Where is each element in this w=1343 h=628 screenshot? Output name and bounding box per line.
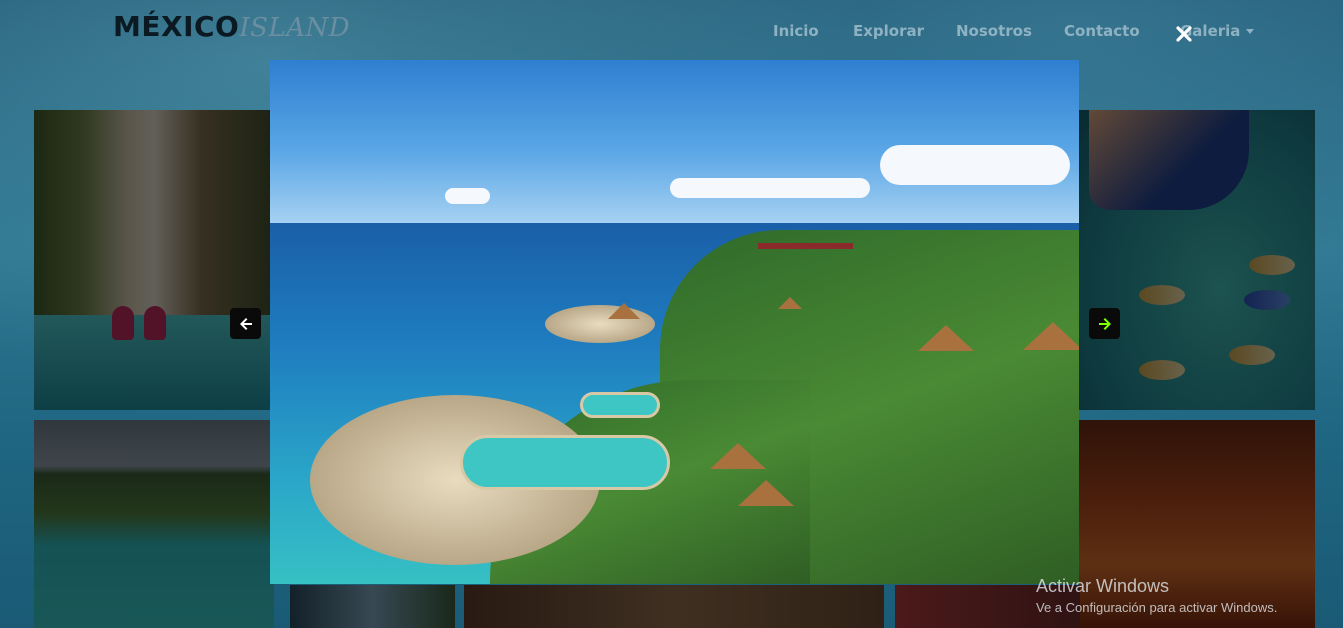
windows-activation-subtitle: Ve a Configuración para activar Windows. <box>1036 600 1278 615</box>
prev-image-button[interactable] <box>230 308 261 339</box>
arrow-left-icon <box>239 317 252 330</box>
lightbox-image <box>270 60 1079 584</box>
image-hut <box>608 303 640 319</box>
overlay-dim <box>1079 110 1315 410</box>
image-cloud <box>670 178 870 198</box>
image-ship <box>758 243 853 249</box>
gallery-tile-lagoon[interactable] <box>34 420 274 628</box>
gallery-tile-canyon[interactable] <box>34 110 274 410</box>
caret-down-icon <box>1246 29 1255 34</box>
overlay-dim <box>464 585 884 628</box>
navbar: MÉXICOISLAND Inicio Explorar Nosotros Co… <box>0 0 1343 60</box>
arrow-right-icon <box>1098 317 1111 330</box>
image-cloud <box>880 145 1070 185</box>
overlay-dim <box>34 420 274 628</box>
nav-item-nosotros[interactable]: Nosotros <box>956 22 1032 40</box>
close-lightbox-button[interactable] <box>1174 24 1194 44</box>
next-image-button[interactable] <box>1089 308 1120 339</box>
image-hut <box>738 480 794 506</box>
gallery-tile-tower[interactable] <box>290 585 455 628</box>
gallery-tile-interior[interactable] <box>464 585 884 628</box>
overlay-dim <box>290 585 455 628</box>
image-sky <box>270 60 1079 225</box>
image-pool <box>460 435 670 490</box>
close-icon <box>1176 26 1192 42</box>
image-hut <box>1023 322 1079 350</box>
nav-item-inicio[interactable]: Inicio <box>773 22 819 40</box>
windows-activation-title: Activar Windows <box>1036 576 1170 596</box>
image-hut <box>918 325 974 351</box>
overlay-dim <box>34 110 274 410</box>
image-pool <box>580 392 660 418</box>
brand-sub-text: ISLAND <box>239 13 351 43</box>
nav-item-contacto[interactable]: Contacto <box>1064 22 1140 40</box>
image-hut <box>710 443 766 469</box>
brand-main-text: MÉXICO <box>113 10 240 43</box>
image-cloud <box>445 188 490 204</box>
nav-item-explorar[interactable]: Explorar <box>853 22 924 40</box>
image-hut <box>778 297 802 309</box>
gallery-tile-fish[interactable] <box>1079 110 1315 410</box>
brand-logo[interactable]: MÉXICOISLAND <box>113 10 350 43</box>
